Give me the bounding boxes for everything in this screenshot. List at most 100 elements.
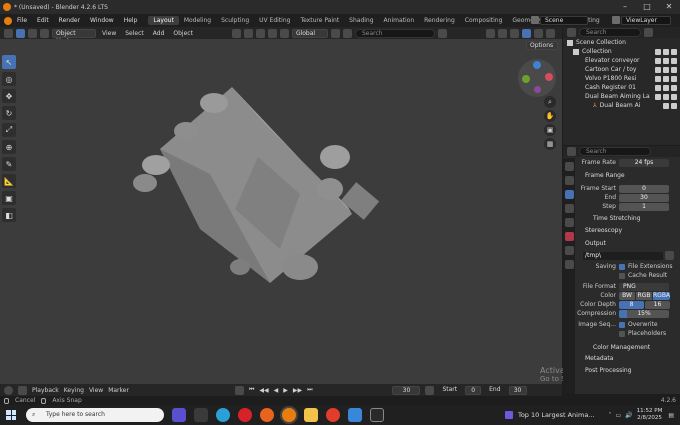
scene-tab-icon[interactable] <box>565 218 574 227</box>
select-box-icon[interactable] <box>16 28 25 38</box>
timeline-editor-icon[interactable] <box>4 385 13 395</box>
world-tab-icon[interactable] <box>565 232 574 241</box>
navigation-gizmo[interactable] <box>518 59 556 97</box>
media-icon[interactable] <box>504 411 513 419</box>
select-tool-icon[interactable]: ↖ <box>2 55 16 69</box>
camera-icon[interactable] <box>671 102 677 109</box>
color-management-header[interactable]: Color Management <box>563 343 680 353</box>
viewport-search-input[interactable]: Search <box>354 28 435 38</box>
compression-slider[interactable]: 15% <box>619 309 669 318</box>
frame-step-field[interactable]: 1 <box>619 202 669 211</box>
properties-editor-icon[interactable] <box>567 147 576 156</box>
taskbar-store-icon[interactable] <box>348 408 362 422</box>
texture-tab-icon[interactable] <box>565 260 574 269</box>
show-gizmo-icon[interactable] <box>486 28 495 38</box>
checkbox-icon[interactable] <box>655 84 661 91</box>
cache-result-checkbox[interactable] <box>619 272 625 279</box>
color-depth-16-option[interactable]: 16 <box>645 300 670 309</box>
close-icon[interactable]: ✕ <box>658 0 680 14</box>
select-subtract-icon[interactable] <box>40 28 49 38</box>
select-extend-icon[interactable] <box>28 28 37 38</box>
options-button[interactable]: Options <box>526 41 558 50</box>
prev-keyframe-icon[interactable]: ◀◀ <box>259 387 268 394</box>
volume-icon[interactable]: 🔊 <box>625 412 632 419</box>
collection-tab-icon[interactable] <box>565 246 574 255</box>
play-icon[interactable]: ▶ <box>283 387 288 394</box>
color-depth-8-option[interactable]: 8 <box>619 300 644 309</box>
keyframe-icon[interactable] <box>18 385 27 395</box>
metadata-header[interactable]: Metadata <box>563 354 680 364</box>
snap-icon[interactable] <box>279 28 289 38</box>
properties-search-input[interactable]: Search <box>579 147 651 156</box>
filter-icon[interactable] <box>437 28 447 38</box>
timeline-view-menu[interactable]: View <box>89 387 103 394</box>
camera-view-icon[interactable]: ▣ <box>544 124 556 136</box>
taskbar-search-input[interactable]: ⌕ Type here to search <box>26 408 164 422</box>
tab-shading[interactable]: Shading <box>344 16 378 25</box>
eye-icon[interactable] <box>663 102 669 109</box>
pan-hand-icon[interactable]: ✋ <box>544 110 556 122</box>
next-keyframe-icon[interactable]: ▶▶ <box>293 387 302 394</box>
checkbox-icon[interactable] <box>655 75 661 82</box>
overwrite-checkbox[interactable] <box>619 321 625 328</box>
taskbar-app-cortana-icon[interactable] <box>172 408 186 422</box>
taskbar-explorer-icon[interactable] <box>304 408 318 422</box>
tab-texture-paint[interactable]: Texture Paint <box>295 16 344 25</box>
frame-start-field[interactable]: 0 <box>619 184 669 193</box>
checkbox-icon[interactable] <box>655 66 661 73</box>
move-tool-icon[interactable]: ✥ <box>2 89 16 103</box>
select-menu[interactable]: Select <box>122 30 147 37</box>
eye-icon[interactable] <box>663 48 669 55</box>
eye-icon[interactable] <box>663 66 669 73</box>
tray-chevron-icon[interactable]: ˄ <box>609 412 612 419</box>
taskbar-firefox-icon[interactable] <box>260 408 274 422</box>
xray-icon[interactable] <box>267 28 277 38</box>
show-overlays-icon[interactable] <box>498 28 507 38</box>
camera-icon[interactable] <box>671 84 677 91</box>
view-layer-selector[interactable]: ViewLayer <box>621 16 671 25</box>
outliner-row-volvo[interactable]: Volvo P1800 Resi <box>563 74 680 83</box>
checkbox-icon[interactable] <box>655 48 661 55</box>
menu-help[interactable]: Help <box>119 17 143 24</box>
play-reverse-icon[interactable]: ◀ <box>274 387 279 394</box>
keying-menu[interactable]: Keying <box>64 387 84 394</box>
minimize-icon[interactable]: – <box>614 0 636 14</box>
taskbar-opera-icon[interactable] <box>238 408 252 422</box>
object-menu[interactable]: Object <box>170 30 196 37</box>
frame-end-field[interactable]: 30 <box>619 193 669 202</box>
taskbar-app-red-icon[interactable] <box>326 408 340 422</box>
wireframe-shading-icon[interactable] <box>510 28 519 38</box>
view-layer-tab-icon[interactable] <box>565 204 574 213</box>
taskbar-blender-icon[interactable] <box>282 408 296 422</box>
view-menu[interactable]: View <box>99 30 119 37</box>
stereoscopy-header[interactable]: Stereoscopy <box>563 226 680 236</box>
record-icon[interactable] <box>234 385 244 395</box>
menu-window[interactable]: Window <box>85 17 119 24</box>
windows-start-icon[interactable] <box>6 410 16 420</box>
add-menu[interactable]: Add <box>150 30 168 37</box>
taskbar-edge-icon[interactable] <box>216 408 230 422</box>
add-object-tool-icon[interactable]: ◧ <box>2 208 16 222</box>
proportional-edit-icon[interactable] <box>342 28 352 38</box>
mode-dropdown[interactable]: Object Mode <box>52 28 96 45</box>
eye-icon[interactable] <box>663 75 669 82</box>
eye-icon[interactable] <box>663 84 669 91</box>
placeholders-checkbox[interactable] <box>619 330 625 337</box>
outliner-scene-collection[interactable]: Scene Collection <box>563 38 680 47</box>
output-path-field[interactable]: /tmp\ <box>583 251 663 260</box>
axis-neg-icon[interactable] <box>534 86 541 93</box>
gizmo-icon[interactable] <box>255 28 265 38</box>
frame-range-header[interactable]: Frame Range <box>563 171 680 181</box>
clock-icon[interactable] <box>425 385 435 395</box>
axis-y-icon[interactable] <box>522 75 530 83</box>
tab-uv-editing[interactable]: UV Editing <box>254 16 295 25</box>
axis-x-icon[interactable] <box>545 73 553 81</box>
eye-icon[interactable] <box>663 93 669 100</box>
frame-rate-dropdown[interactable]: 24 fps <box>619 158 669 167</box>
solid-shading-icon[interactable] <box>522 28 531 38</box>
tab-animation[interactable]: Animation <box>379 16 420 25</box>
menu-edit[interactable]: Edit <box>32 17 54 24</box>
timeline-end-field[interactable]: 30 <box>508 385 527 395</box>
annotate-tool-icon[interactable]: ✎ <box>2 157 16 171</box>
menu-render[interactable]: Render <box>54 17 85 24</box>
